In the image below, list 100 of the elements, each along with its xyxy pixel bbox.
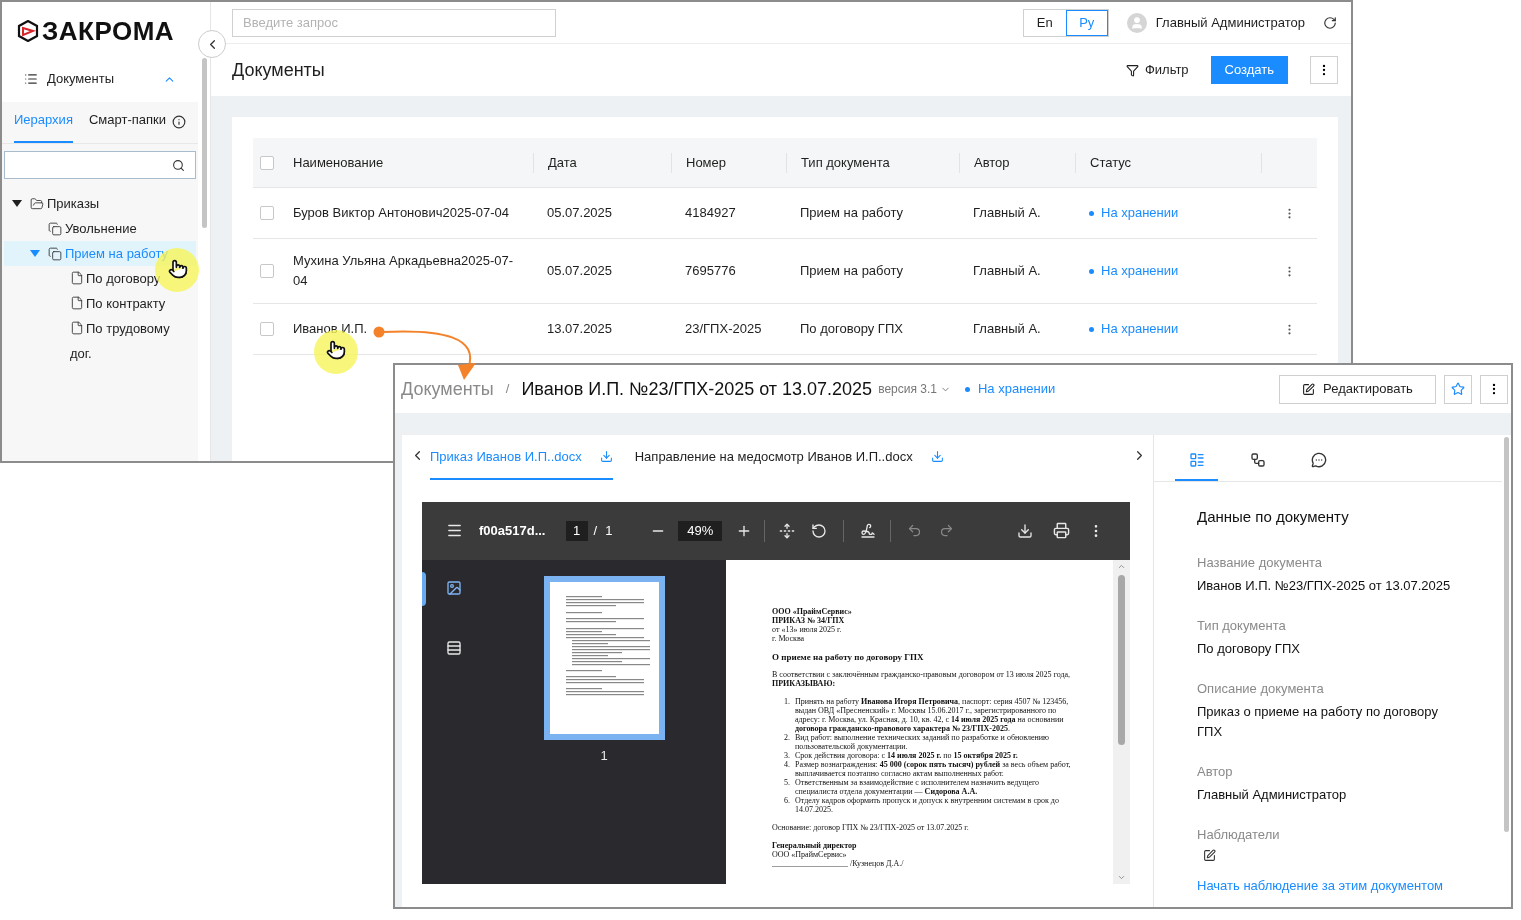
table-cell: Прием на работу: [800, 205, 904, 220]
column-header: Наименование: [293, 153, 384, 172]
search-field[interactable]: Введите запрос: [232, 8, 556, 37]
version-selector[interactable]: версия 3.1: [878, 380, 951, 398]
section-header[interactable]: Документы: [2, 60, 199, 98]
language-toggle[interactable]: En: [1023, 9, 1066, 36]
file-icon: [70, 296, 84, 310]
document-paragraph: В соответствии с заключённым гражданско-правовым договором от 13 июля 2025 года,: [772, 669, 1072, 679]
field-value: Главный Администратор: [1197, 785, 1348, 804]
cursor-icon: [326, 340, 346, 360]
scrollbar[interactable]: [1504, 437, 1509, 832]
refresh-icon[interactable]: [1323, 15, 1337, 30]
page-field[interactable]: 1: [565, 520, 588, 541]
file-tab[interactable]: Направление на медосмотр Иванов И.П..docx: [634, 447, 944, 480]
filter-button[interactable]: Фильтр: [1125, 60, 1189, 80]
logo-text: ЗАКРОМА: [42, 14, 175, 48]
image-icon[interactable]: [446, 579, 462, 596]
file-icon: [70, 271, 84, 285]
status-text: На хранении: [1101, 262, 1179, 281]
print-icon[interactable]: [1053, 522, 1070, 539]
field-label: Описание документа: [1197, 679, 1325, 698]
checkbox[interactable]: [260, 264, 274, 278]
star-icon: [1451, 382, 1465, 396]
list-number: 4.: [783, 759, 791, 771]
field-value: Иванов И.П. №23/ГПХ-2025 от 13.07.2025: [1197, 576, 1452, 595]
rotate-icon[interactable]: [811, 522, 828, 539]
list-number: 5.: [783, 777, 791, 789]
document-line: г. Москва: [772, 633, 806, 643]
document-line: ___________________ /Кузнецов Д.А./: [772, 858, 905, 868]
table-cell: 4184927: [685, 205, 736, 220]
checkbox[interactable]: [260, 206, 274, 220]
document-line: ПРИКАЗ № 34/ГПХ: [772, 615, 845, 625]
list-icon[interactable]: [446, 639, 462, 656]
breadcrumb-separator: /: [505, 380, 510, 399]
column-header: Статус: [1090, 153, 1132, 172]
scrollbar-thumb[interactable]: [1118, 574, 1125, 745]
list-item-text: Принять на работу Иванова Игоря Петровича, паспорт: серия 4507 № 123456, выдан ОВД «Пресненский» г. Москвы 15.06.2017 г., зарегистрированного по адресу: г. Москва, ул. Красная, д. 10, кв. 42, с 14 июля 2025 года на основании договора гражданско-правового характера № 23/ГПХ-2025.: [795, 696, 1070, 733]
table-cell: 05.07.2025: [547, 263, 613, 278]
table-cell: Мухина Ульяна Аркадьевна2025-07-04: [293, 253, 514, 288]
tab[interactable]: Смарт-папки: [88, 109, 166, 143]
tree-item[interactable]: По контракту: [2, 291, 199, 316]
redo-icon[interactable]: [939, 523, 955, 538]
favorite-button[interactable]: [1444, 374, 1472, 404]
download-icon: [930, 450, 944, 464]
folder-icon: [30, 196, 44, 211]
copy-icon: [48, 246, 62, 261]
edit-icon[interactable]: [1203, 848, 1216, 862]
status-text: На хранении: [1101, 320, 1179, 339]
caret-icon[interactable]: [12, 199, 22, 208]
signature-icon[interactable]: [860, 522, 877, 539]
field-value: По договору ГПХ: [1197, 639, 1301, 658]
list-number: 6.: [783, 795, 791, 807]
download-icon[interactable]: [1017, 522, 1033, 539]
list-item-text: Отделу кадров оформить пропуск и допуск к внутренним системам в срок до 14.07.2025.: [795, 795, 1060, 814]
list-item-text: Срок действия договора: с 14 июля 2025 г. по 15 октября 2025 г.: [795, 750, 1018, 760]
list-number: 3.: [783, 750, 791, 760]
copy-icon: [48, 221, 62, 236]
table-cell: 7695776: [685, 263, 736, 278]
table-cell: Иванов И.П.: [293, 321, 368, 336]
checkbox[interactable]: [260, 155, 274, 170]
list-item-text: Ответственным за взаимодействие с исполнителем назначить ведущего специалиста отдела документации — Сидорова А.А.: [795, 777, 1041, 796]
file-icon: [70, 321, 84, 335]
table-cell: 13.07.2025: [547, 321, 613, 336]
page-separator: /: [593, 521, 598, 540]
edit-icon: [1302, 382, 1316, 396]
list-number: 2.: [783, 732, 791, 744]
fit-page-icon[interactable]: [779, 522, 796, 539]
column-header: Автор: [974, 153, 1010, 172]
tree-item[interactable]: Приказы: [4, 191, 197, 216]
document-line: ПРИКАЗЫВАЮ:: [772, 678, 837, 688]
table-cell: Прием на работу: [800, 263, 904, 278]
logo-icon: [17, 20, 39, 42]
table-cell: По договору ГПХ: [800, 321, 903, 336]
user-name[interactable]: Главный Администратор: [1155, 12, 1305, 33]
field-label: Автор: [1197, 762, 1234, 781]
download-icon: [599, 450, 613, 464]
field-label: Название документа: [1197, 553, 1324, 572]
page-thumbnail[interactable]: [543, 575, 665, 740]
undo-icon[interactable]: [907, 523, 923, 538]
scrollbar[interactable]: [201, 58, 207, 228]
tree-item[interactable]: По трудовому дог.: [2, 316, 199, 366]
checkbox[interactable]: [260, 322, 274, 336]
list-number: 1.: [783, 696, 791, 708]
list-icon: [24, 72, 38, 86]
cursor-icon: [168, 259, 188, 279]
table-cell: 05.07.2025: [547, 205, 613, 220]
document-line: ООО «ПраймСервис»: [772, 849, 847, 859]
column-header: Дата: [548, 153, 577, 172]
search-icon: [172, 158, 186, 172]
thumbnail-label: 1: [600, 746, 608, 765]
edit-button[interactable]: Редактировать: [1279, 374, 1436, 404]
scrollbar[interactable]: [1113, 559, 1130, 884]
diagram-icon: [1249, 451, 1266, 468]
search-field[interactable]: [4, 151, 197, 179]
field-value: Приказ о приеме на работу по договору ГПХ: [1197, 702, 1439, 741]
zoom-field[interactable]: 49%: [678, 520, 723, 541]
menu-icon[interactable]: [446, 522, 463, 539]
status-text: На хранении: [1101, 204, 1179, 223]
file-name: f00a517d...: [479, 521, 546, 540]
tree-item[interactable]: Увольнение: [4, 216, 197, 241]
